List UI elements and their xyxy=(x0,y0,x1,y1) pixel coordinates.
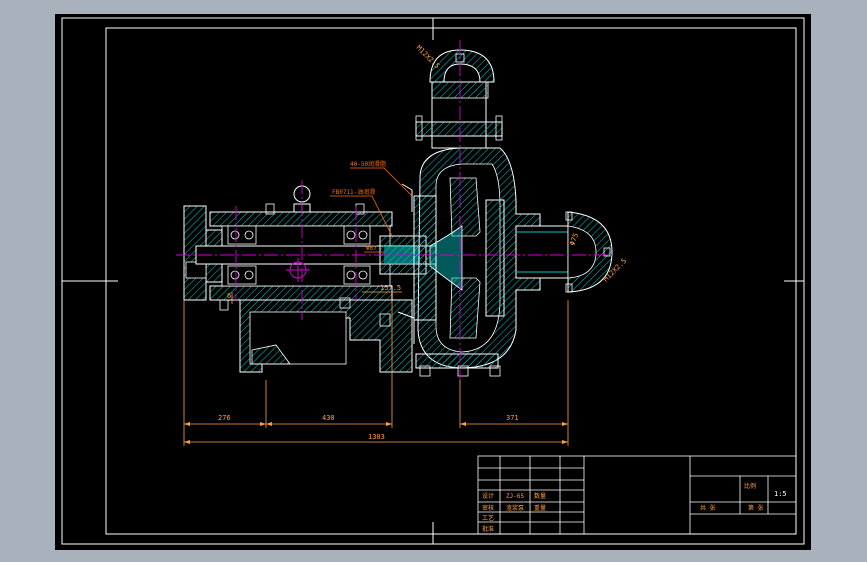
front-liner xyxy=(485,199,505,317)
dim-total: 1303 xyxy=(368,433,385,441)
dim-left: 276 xyxy=(218,414,231,422)
bearing-note: FB0711-油润滑 xyxy=(332,188,375,196)
tb-sheet-of: 第 张 xyxy=(748,504,764,512)
rear-liner xyxy=(413,195,437,321)
tb-process: 工艺 xyxy=(482,514,494,522)
tb-weight: 重量 xyxy=(534,504,546,512)
dim-mid: 430 xyxy=(322,414,335,422)
tb-part-no: ZJ-65 xyxy=(506,493,524,500)
cad-drawing-canvas: 276 430 371 1303 157.5 6 M12X2.5 M12X2.5… xyxy=(55,14,811,550)
tb-scale-label: 比例 xyxy=(744,482,756,490)
tb-part-name: 渣浆泵 xyxy=(506,504,524,512)
dim-shaft: 157.5 xyxy=(380,284,401,292)
suction-pipe xyxy=(515,225,569,279)
dim-right: 371 xyxy=(506,414,519,422)
impeller-lower xyxy=(449,277,481,339)
discharge-flange-bottom xyxy=(415,121,503,137)
tb-qty: 数量 xyxy=(534,492,546,500)
shaft-note: Φ67 xyxy=(366,245,377,252)
tb-check: 审核 xyxy=(482,504,494,512)
tb-approve: 批准 xyxy=(482,525,494,533)
dim-small: 6 xyxy=(227,292,231,300)
tb-scale-value: 1:5 xyxy=(774,490,787,498)
seal-note: 40-50润滑脂 xyxy=(350,160,386,168)
bearing-housing-bottom xyxy=(209,285,393,301)
tb-sheets: 共 张 xyxy=(700,504,716,512)
impeller xyxy=(449,177,481,237)
bearing-housing-top xyxy=(209,211,393,227)
tb-design: 设计 xyxy=(482,492,494,500)
